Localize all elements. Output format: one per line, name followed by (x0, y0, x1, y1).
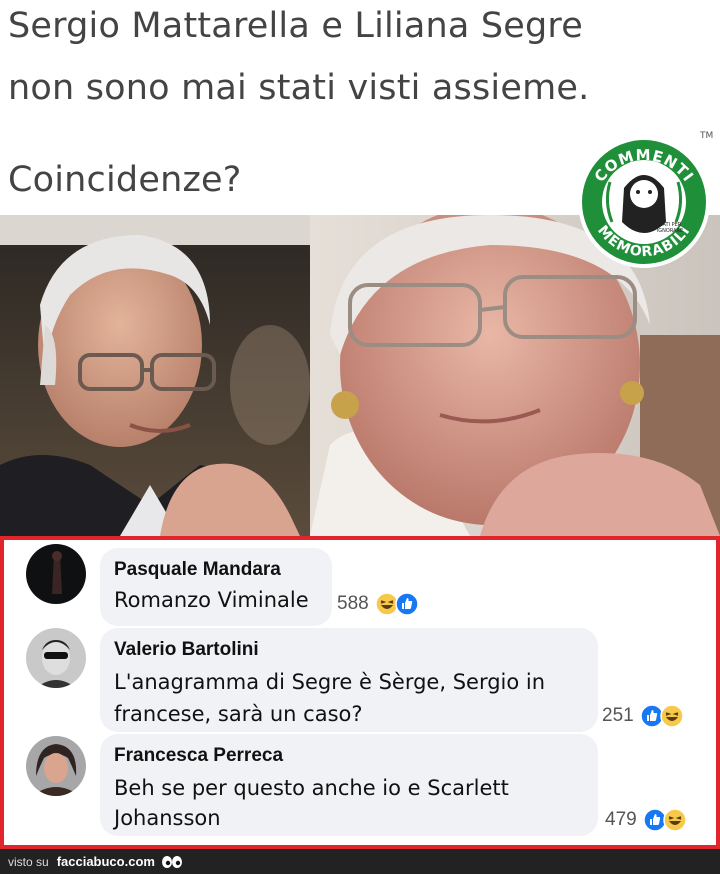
site-brand-link[interactable]: facciabuco.com (57, 854, 155, 869)
comment-bubble: Valerio Bartolini L'anagramma di Segre è… (100, 628, 598, 732)
avatar[interactable] (26, 736, 86, 796)
reactions-summary[interactable]: 588 (337, 592, 419, 616)
comment-item: Francesca Perreca Beh se per questo anch… (4, 734, 716, 842)
comment-item: Valerio Bartolini L'anagramma di Segre è… (4, 624, 716, 732)
portrait-left (0, 215, 320, 536)
meme-text-line-3: Coincidenze? (8, 160, 242, 200)
reactions-summary[interactable]: 479 (605, 808, 687, 832)
comment-text-line: Romanzo Viminale (114, 588, 309, 612)
comment-item: Pasquale Mandara Romanzo Viminale 588 (4, 540, 716, 628)
like-icon (394, 592, 419, 616)
reaction-count: 479 (605, 809, 637, 830)
comment-text-line: francese, sarà un caso? (114, 702, 363, 726)
comment-text-line: L'anagramma di Segre è Sèrge, Sergio in (114, 670, 546, 694)
reaction-count: 588 (337, 593, 369, 614)
avatar[interactable] (26, 544, 86, 604)
comment-author[interactable]: Pasquale Mandara (114, 559, 281, 581)
commenti-memorabili-logo: COMMENTI MEMORABILI NATI PER IGNORARE TM (574, 122, 716, 282)
haha-icon (662, 808, 687, 832)
meme-text-line-2: non sono mai stati visti assieme. (8, 68, 590, 108)
trademark-text: TM (699, 131, 713, 141)
avatar[interactable] (26, 628, 86, 688)
comment-text-line: Johansson (114, 806, 221, 830)
site-footer: visto su facciabuco.com (0, 849, 720, 874)
comment-bubble: Pasquale Mandara Romanzo Viminale (100, 548, 332, 626)
comment-bubble: Francesca Perreca Beh se per questo anch… (100, 734, 598, 836)
visto-su-label: visto su (8, 854, 49, 869)
reactions-summary[interactable]: 251 (602, 704, 684, 728)
comment-text-line: Beh se per questo anche io e Scarlett (114, 776, 509, 800)
logo-badge-text-2: IGNORARE (657, 228, 683, 234)
comment-author[interactable]: Francesca Perreca (114, 745, 283, 767)
meme-text-line-1: Sergio Mattarella e Liliana Segre (8, 6, 583, 46)
reaction-count: 251 (602, 705, 634, 726)
comment-author[interactable]: Valerio Bartolini (114, 639, 259, 661)
comments-panel: Pasquale Mandara Romanzo Viminale 588 Va… (0, 536, 720, 849)
eyes-icon (161, 855, 182, 868)
haha-icon (659, 704, 684, 728)
